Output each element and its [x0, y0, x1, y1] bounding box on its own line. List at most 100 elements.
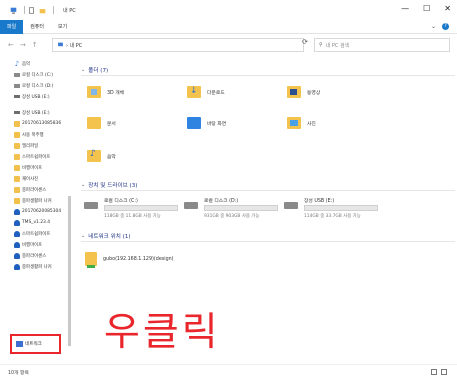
- details-view-icon[interactable]: [431, 369, 437, 375]
- sidebar-item-drive-c[interactable]: 로컬 디스크 (C:): [14, 69, 68, 80]
- window-controls: — ☐ ✕: [401, 4, 451, 13]
- network-location-item[interactable]: gubo(192.168.1.129)(design): [85, 252, 174, 268]
- minimize-button[interactable]: —: [401, 4, 409, 13]
- sidebar-item-file[interactable]: 중파생활파 나커: [14, 261, 68, 272]
- up-button[interactable]: ↑: [32, 41, 38, 49]
- sidebar-item-folder[interactable]: 재이사진: [14, 173, 68, 184]
- status-bar: 10개 항목: [0, 364, 457, 379]
- sidebar-item-usb-e-tree[interactable]: 장성 USB (E:): [14, 107, 68, 118]
- documents-folder-icon: [87, 117, 101, 129]
- usb-drive-icon: [284, 202, 298, 209]
- videos-folder-icon: [287, 86, 301, 98]
- sidebar-item-file[interactable]: 중파라이센스: [14, 250, 68, 261]
- chevron-down-icon: ⌄: [81, 182, 86, 188]
- network-icon: [16, 341, 23, 347]
- sidebar-item-folder[interactable]: 사용 폭주행: [14, 129, 68, 140]
- section-divider: [81, 190, 455, 191]
- drive-usage-bar: [304, 205, 378, 211]
- sidebar-item-file[interactable]: TMS_v1.23.4: [14, 217, 68, 228]
- search-icon: ⚲: [319, 42, 323, 48]
- back-button[interactable]: ←: [8, 41, 14, 49]
- search-input[interactable]: ⚲ 내 PC 검색: [314, 38, 450, 52]
- person-icon: [14, 208, 20, 215]
- tab-file[interactable]: 파일: [0, 19, 24, 34]
- drive-usage-bar: [204, 205, 278, 211]
- sidebar-item-drive-d[interactable]: 로컬 디스크 (D:): [14, 80, 68, 91]
- sidebar-item-folder[interactable]: 중파라이센스: [14, 184, 68, 195]
- new-folder-icon[interactable]: [39, 7, 46, 14]
- music-folder-icon: [87, 149, 101, 162]
- sidebar-item-network[interactable]: 네트워크: [10, 334, 61, 354]
- computer-icon: [58, 42, 63, 47]
- right-click-annotation: 우클릭: [104, 310, 221, 355]
- title-bar: 내 PC — ☐ ✕: [0, 0, 457, 20]
- sidebar-scrollbar[interactable]: [68, 196, 71, 346]
- usb-icon: [14, 111, 20, 114]
- sidebar-item-file[interactable]: 20170620085304: [14, 206, 68, 217]
- desktop-folder-icon: [187, 117, 201, 129]
- folder-icon: [14, 164, 20, 171]
- search-placeholder: 내 PC 검색: [325, 42, 350, 49]
- folder-icon: [14, 197, 20, 204]
- person-icon: [14, 263, 20, 270]
- folder-pictures[interactable]: 사진: [287, 117, 316, 129]
- person-icon: [14, 241, 20, 248]
- folder-documents[interactable]: 문서: [87, 117, 116, 129]
- sidebar-item-file[interactable]: 비행마이프: [14, 239, 68, 250]
- drive-icon: [84, 202, 98, 209]
- folder-videos[interactable]: 동영상: [287, 86, 320, 98]
- folder-desktop[interactable]: 바탕 화면: [187, 117, 226, 129]
- ribbon-tabs: 파일 컴퓨터 보기 ⌄ ?: [0, 19, 457, 34]
- section-devices[interactable]: ⌄ 장치 및 드라이브 (3): [81, 181, 455, 191]
- navigation-pane: ♪ 음악 로컬 디스크 (C:) 로컬 디스크 (D:) 장성 USB (E:) …: [14, 58, 68, 358]
- folder-downloads[interactable]: 다운로드: [187, 86, 225, 98]
- sidebar-item-folder[interactable]: 스마트쉽파이프: [14, 151, 68, 162]
- drive-icon: [184, 202, 198, 209]
- forward-button[interactable]: →: [20, 41, 26, 49]
- drive-icon: [14, 73, 20, 77]
- address-path: › 내 PC: [66, 42, 83, 49]
- sidebar-item-music[interactable]: ♪ 음악: [14, 58, 68, 69]
- folder-music[interactable]: 음악: [87, 149, 116, 162]
- window-title: 내 PC: [63, 7, 76, 14]
- 3d-objects-folder-icon: [87, 86, 101, 98]
- refresh-button[interactable]: ⟳: [302, 38, 308, 46]
- pictures-folder-icon: [287, 117, 301, 129]
- section-divider: [81, 75, 455, 76]
- folder-icon: [14, 186, 20, 193]
- sidebar-item-folder[interactable]: 중파생활파 나커: [14, 195, 68, 206]
- properties-icon[interactable]: [28, 6, 35, 14]
- downloads-folder-icon: [187, 86, 201, 98]
- sidebar-item-file[interactable]: 스마트쉽파이프: [14, 228, 68, 239]
- music-icon: ♪: [14, 59, 20, 68]
- folder-icon: [14, 153, 20, 160]
- tab-view[interactable]: 보기: [51, 20, 74, 34]
- network-share-icon: [85, 252, 97, 268]
- section-folders[interactable]: ⌄ 폴더 (7): [81, 66, 455, 76]
- sidebar-item-folder[interactable]: 20170613085836: [14, 118, 68, 129]
- tab-computer[interactable]: 컴퓨터: [23, 20, 51, 34]
- large-icons-view-icon[interactable]: [441, 369, 447, 375]
- maximize-button[interactable]: ☐: [423, 4, 430, 13]
- person-icon: [14, 230, 20, 237]
- folder-icon: [14, 131, 20, 138]
- ribbon-right: ⌄ ?: [431, 23, 449, 30]
- folder-icon: [14, 175, 20, 182]
- usb-icon: [14, 95, 20, 98]
- title-separator: [53, 6, 54, 14]
- sidebar-item-folder[interactable]: 비행마이프: [14, 162, 68, 173]
- sidebar-item-usb-e[interactable]: 장성 USB (E:): [14, 91, 68, 102]
- sidebar-item-folder[interactable]: 엘리파일: [14, 140, 68, 151]
- item-count: 10개 항목: [8, 370, 29, 376]
- section-network-locations[interactable]: ⌄ 네트워크 위치 (1): [81, 232, 455, 242]
- ribbon-expand-icon[interactable]: ⌄: [431, 23, 436, 30]
- view-toggle: [431, 369, 447, 375]
- title-separator: [24, 6, 25, 14]
- close-button[interactable]: ✕: [444, 4, 451, 13]
- help-icon[interactable]: ?: [442, 23, 449, 30]
- address-bar[interactable]: › 내 PC: [52, 38, 304, 52]
- drive-usage-bar: [104, 205, 178, 211]
- chevron-down-icon: ⌄: [81, 67, 86, 73]
- address-row: ← → ↑ › 내 PC ⟳ ⚲ 내 PC 검색: [0, 34, 457, 56]
- folder-3d-objects[interactable]: 3D 개체: [87, 86, 124, 98]
